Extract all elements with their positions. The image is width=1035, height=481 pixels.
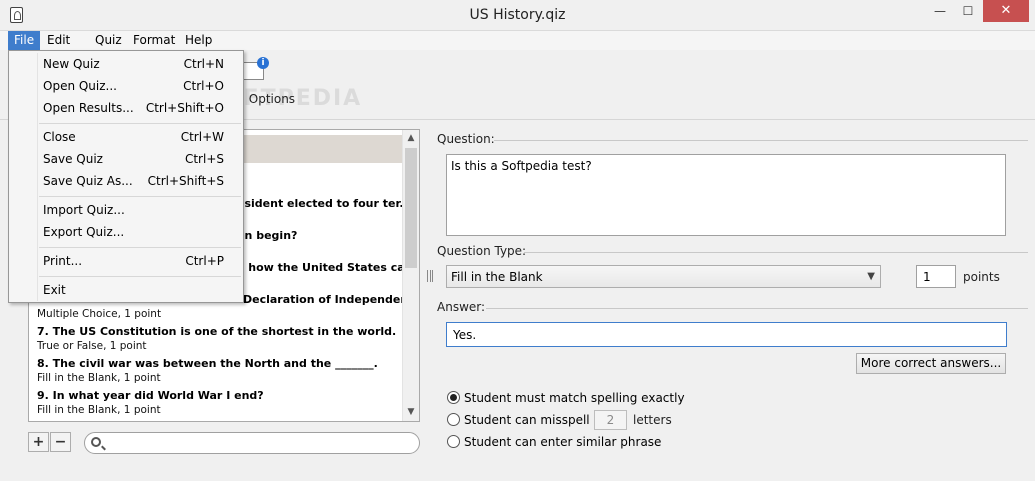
- radio-similar-phrase[interactable]: [447, 435, 460, 448]
- radio-exact-spelling-label[interactable]: Student must match spelling exactly: [464, 391, 685, 405]
- menu-item-label: Open Quiz...: [43, 79, 117, 93]
- menu-item-save-quiz-as[interactable]: Save Quiz As... Ctrl+Shift+S: [10, 170, 242, 192]
- menu-quiz[interactable]: Quiz: [89, 31, 128, 50]
- scroll-down-icon[interactable]: ▼: [403, 404, 419, 421]
- radio-similar-phrase-label[interactable]: Student can enter similar phrase: [464, 435, 661, 449]
- question-type-select[interactable]: Fill in the Blank ▼: [446, 265, 881, 288]
- menu-item-label: Save Quiz As...: [43, 174, 133, 188]
- radio-exact-spelling[interactable]: [447, 391, 460, 404]
- divider: [524, 252, 1028, 253]
- options-icon[interactable]: i: [242, 57, 269, 80]
- list-item[interactable]: 9. In what year did World War I end? Fil…: [37, 389, 403, 416]
- question-title: Declaration of Independen...: [243, 293, 403, 306]
- divider: [494, 140, 1028, 141]
- menu-item-exit[interactable]: Exit: [10, 279, 242, 301]
- menu-item-new-quiz[interactable]: New Quiz Ctrl+N: [10, 53, 242, 75]
- menu-format[interactable]: Format: [127, 31, 181, 50]
- menu-item-import-quiz[interactable]: Import Quiz...: [10, 199, 242, 221]
- search-input[interactable]: [84, 432, 420, 454]
- menu-separator: [39, 123, 241, 124]
- remove-question-button[interactable]: −: [50, 432, 71, 452]
- menu-item-shortcut: Ctrl+P: [185, 254, 224, 268]
- menu-item-label: Close: [43, 130, 76, 144]
- question-meta: True or False, 1 point: [37, 340, 147, 352]
- question-text-field[interactable]: Is this a Softpedia test?: [446, 154, 1006, 236]
- points-field[interactable]: 1: [916, 265, 956, 288]
- file-menu-dropdown: New Quiz Ctrl+N Open Quiz... Ctrl+O Open R…: [8, 50, 244, 303]
- menu-item-label: Save Quiz: [43, 152, 103, 166]
- menu-item-label: Import Quiz...: [43, 203, 125, 217]
- menu-item-open-quiz[interactable]: Open Quiz... Ctrl+O: [10, 75, 242, 97]
- divider: [486, 308, 1028, 309]
- menu-file[interactable]: File: [8, 31, 41, 50]
- menu-item-label: Exit: [43, 283, 66, 297]
- close-button[interactable]: ✕: [983, 0, 1029, 22]
- list-item[interactable]: 8. The civil war was between the North a…: [37, 357, 403, 384]
- scroll-up-icon[interactable]: ▲: [403, 130, 419, 147]
- menu-separator: [39, 276, 241, 277]
- menu-item-close[interactable]: Close Ctrl+W: [10, 126, 242, 148]
- points-label: points: [963, 270, 1000, 284]
- menu-item-export-quiz[interactable]: Export Quiz...: [10, 221, 242, 243]
- search-icon: [91, 437, 101, 447]
- list-item[interactable]: 7. The US Constitution is one of the sho…: [37, 325, 403, 352]
- info-icon: i: [257, 57, 269, 69]
- menu-item-shortcut: Ctrl+O: [183, 79, 224, 93]
- question-title: on begin?: [237, 229, 298, 242]
- menu-item-label: New Quiz: [43, 57, 100, 71]
- maximize-button[interactable]: ☐: [955, 0, 981, 22]
- answer-field[interactable]: Yes.: [446, 322, 1007, 347]
- menu-item-print[interactable]: Print... Ctrl+P: [10, 250, 242, 272]
- question-meta: Fill in the Blank, 1 point: [37, 404, 161, 416]
- menu-separator: [39, 196, 241, 197]
- question-title: 9. In what year did World War I end?: [37, 389, 264, 402]
- menu-item-shortcut: Ctrl+Shift+O: [145, 101, 224, 115]
- radio-misspell[interactable]: [447, 413, 460, 426]
- question-meta: Fill in the Blank, 1 point: [37, 372, 161, 384]
- splitter-grip-icon[interactable]: [427, 270, 433, 282]
- more-answers-button[interactable]: More correct answers...: [856, 353, 1006, 374]
- question-title: esident elected to four ter...: [237, 197, 403, 210]
- menu-item-shortcut: Ctrl+S: [184, 152, 224, 166]
- title-bar: US History.qiz — ☐ ✕: [0, 0, 1035, 31]
- radio-misspell-label[interactable]: Student can misspell: [464, 413, 590, 427]
- menu-edit[interactable]: Edit: [41, 31, 76, 50]
- misspell-count-field[interactable]: 2: [594, 410, 627, 430]
- menu-item-shortcut: Ctrl+W: [180, 130, 224, 144]
- question-type-label: Question Type:: [437, 244, 527, 258]
- list-scrollbar[interactable]: ▲ ▼: [402, 130, 419, 421]
- question-title: 7. The US Constitution is one of the sho…: [37, 325, 397, 338]
- menu-help[interactable]: Help: [179, 31, 218, 50]
- question-meta: Multiple Choice, 1 point: [37, 308, 162, 320]
- question-title: e how the United States ca...: [237, 261, 403, 274]
- chevron-down-icon: ▼: [867, 271, 875, 282]
- menu-item-shortcut: Ctrl+N: [183, 57, 224, 71]
- menu-bar: File Edit Quiz Format Help: [0, 31, 1035, 50]
- menu-item-open-results[interactable]: Open Results... Ctrl+Shift+O: [10, 97, 242, 119]
- menu-item-label: Open Results...: [43, 101, 134, 115]
- menu-item-save-quiz[interactable]: Save Quiz Ctrl+S: [10, 148, 242, 170]
- scroll-thumb[interactable]: [405, 148, 417, 268]
- menu-item-shortcut: Ctrl+Shift+S: [147, 174, 224, 188]
- menu-item-label: Export Quiz...: [43, 225, 125, 239]
- answer-label: Answer:: [437, 300, 486, 314]
- menu-separator: [39, 247, 241, 248]
- question-title: 8. The civil war was between the North a…: [37, 357, 378, 370]
- question-type-value: Fill in the Blank: [451, 270, 543, 284]
- menu-item-label: Print...: [43, 254, 83, 268]
- window-title: US History.qiz: [469, 7, 566, 23]
- question-label: Question:: [437, 132, 495, 146]
- minimize-button[interactable]: —: [926, 0, 954, 22]
- add-question-button[interactable]: +: [28, 432, 49, 452]
- letters-label: letters: [633, 413, 672, 427]
